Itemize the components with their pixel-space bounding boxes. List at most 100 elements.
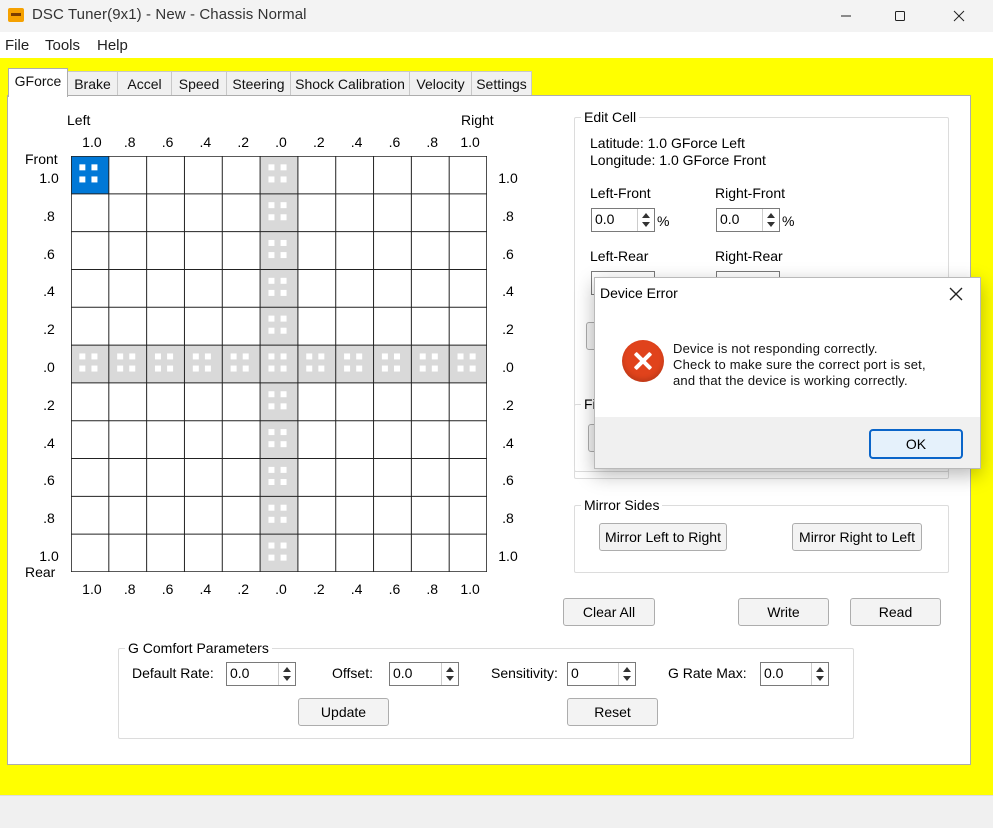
dialog-close-button[interactable] <box>945 284 967 304</box>
cell-marker <box>79 164 86 171</box>
x-tick-bottom: 1.0 <box>460 581 480 597</box>
menu-help[interactable]: Help <box>97 37 128 54</box>
spinner-arrows-icon[interactable] <box>278 663 295 685</box>
offset-value: 0.0 <box>393 665 413 681</box>
latitude-text: Latitude: 1.0 GForce Left <box>590 135 745 151</box>
cell-marker <box>167 353 174 360</box>
dialog-message: Device is not responding correctly. Chec… <box>673 341 973 389</box>
cell-marker <box>268 252 275 259</box>
left-front-spinner[interactable]: 0.0 <box>591 208 655 232</box>
cell-marker <box>167 365 174 372</box>
sensitivity-spinner[interactable]: 0 <box>567 662 636 686</box>
x-tick-top: .0 <box>275 134 287 150</box>
y-tick-right: .8 <box>502 207 514 224</box>
cell-marker <box>230 365 237 372</box>
close-icon <box>949 287 963 301</box>
cell-marker <box>268 202 275 209</box>
right-front-spinner[interactable]: 0.0 <box>716 208 780 232</box>
tab-speed[interactable]: Speed <box>171 71 227 96</box>
maximize-button[interactable] <box>874 0 926 32</box>
status-bar <box>0 795 993 828</box>
cell-marker <box>91 365 98 372</box>
x-tick-top: 1.0 <box>82 134 102 150</box>
cell-marker <box>306 365 313 372</box>
cell-marker <box>280 353 287 360</box>
cell-marker <box>268 327 275 334</box>
default-rate-spinner[interactable]: 0.0 <box>226 662 296 686</box>
spinner-arrows-icon[interactable] <box>637 209 654 231</box>
cell-marker <box>393 353 400 360</box>
mirror-left-to-right-button[interactable]: Mirror Left to Right <box>599 523 727 551</box>
tab-steering[interactable]: Steering <box>226 71 291 96</box>
close-icon <box>953 10 965 22</box>
right-label: Right <box>461 112 494 128</box>
dialog-message-line-2: Check to make sure the correct port is s… <box>673 357 926 372</box>
spinner-arrows-icon[interactable] <box>762 209 779 231</box>
offset-spinner[interactable]: 0.0 <box>389 662 459 686</box>
tab-velocity[interactable]: Velocity <box>409 71 472 96</box>
spinner-arrows-icon[interactable] <box>811 663 828 685</box>
mirror-right-to-left-button[interactable]: Mirror Right to Left <box>792 523 922 551</box>
tab-settings[interactable]: Settings <box>471 71 532 96</box>
cell-marker <box>268 239 275 246</box>
tab-gforce[interactable]: GForce <box>8 68 68 97</box>
g-rate-max-label: G Rate Max: <box>668 665 747 681</box>
g-rate-max-spinner[interactable]: 0.0 <box>760 662 829 686</box>
cell-marker <box>280 252 287 259</box>
tab-brake[interactable]: Brake <box>67 71 118 96</box>
cell-marker <box>280 504 287 511</box>
cell-marker <box>268 441 275 448</box>
cell-marker <box>457 365 464 372</box>
cell-marker <box>280 466 287 473</box>
y-tick-left: .8 <box>43 207 55 224</box>
x-tick-bottom: .8 <box>426 581 439 597</box>
g-comfort-title: G Comfort Parameters <box>125 640 272 656</box>
x-tick-bottom: .8 <box>123 581 136 597</box>
cell-marker <box>280 365 287 372</box>
window-title: DSC Tuner(9x1) - New - Chassis Normal <box>32 6 307 23</box>
cell-marker <box>91 353 98 360</box>
cell-marker <box>280 289 287 296</box>
y-tick-right: .4 <box>502 283 514 300</box>
cell-marker <box>268 277 275 284</box>
y-tick-right: 1.0 <box>498 169 518 186</box>
cell-marker <box>280 441 287 448</box>
cell-marker <box>280 478 287 485</box>
cell-marker <box>154 365 161 372</box>
minimize-button[interactable] <box>820 0 872 32</box>
cell-marker <box>268 542 275 549</box>
center-row-band <box>71 345 487 383</box>
cell-marker <box>356 365 363 372</box>
cell-marker <box>268 176 275 183</box>
tab-shock-calibration[interactable]: Shock Calibration <box>290 71 410 96</box>
gforce-grid[interactable] <box>71 156 487 572</box>
y-tick-left: .8 <box>43 510 55 527</box>
tab-accel[interactable]: Accel <box>117 71 172 96</box>
y-tick-left: .2 <box>43 321 55 338</box>
cell-marker <box>280 391 287 398</box>
clear-all-button[interactable]: Clear All <box>563 598 655 626</box>
cell-marker <box>79 365 86 372</box>
ok-button[interactable]: OK <box>869 429 963 459</box>
close-window-button[interactable] <box>933 0 985 32</box>
cell-marker <box>280 202 287 209</box>
write-button[interactable]: Write <box>738 598 829 626</box>
cell-marker <box>268 365 275 372</box>
spinner-arrows-icon[interactable] <box>618 663 635 685</box>
cell-marker <box>154 353 161 360</box>
reset-button[interactable]: Reset <box>567 698 658 726</box>
read-button[interactable]: Read <box>850 598 941 626</box>
cell-marker <box>91 176 98 183</box>
menu-tools[interactable]: Tools <box>45 37 80 54</box>
cell-marker <box>431 353 438 360</box>
cell-marker <box>204 353 211 360</box>
x-tick-top: .2 <box>312 134 325 150</box>
cell-marker <box>129 365 136 372</box>
spinner-arrows-icon[interactable] <box>441 663 458 685</box>
left-label: Left <box>67 112 91 128</box>
menu-file[interactable]: File <box>5 37 29 54</box>
x-tick-top: .8 <box>426 134 439 150</box>
cell-marker <box>457 353 464 360</box>
update-button[interactable]: Update <box>298 698 389 726</box>
y-tick-left: .0 <box>43 359 55 375</box>
